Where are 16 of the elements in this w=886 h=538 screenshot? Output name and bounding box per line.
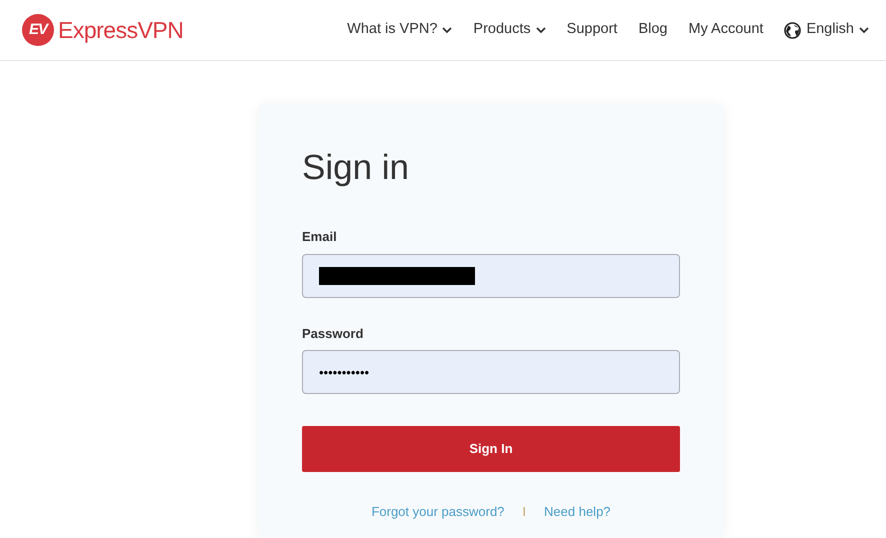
nav-link[interactable]: Products [473,19,546,41]
nav-link[interactable]: My Account [688,19,764,41]
nav-link[interactable]: Blog [638,19,668,41]
nav-link[interactable]: Support [566,19,618,41]
brand-name: ExpressVPN [58,16,184,45]
nav-link[interactable]: English [784,19,869,41]
sign-in-button[interactable]: Sign In [302,426,680,472]
link-separator: I [522,503,526,521]
input-field[interactable]: ••••••••••• [302,350,680,394]
globe-icon [784,22,802,38]
field-label: Password [302,324,364,342]
field-label: Email [302,228,338,246]
input-field[interactable] [302,254,680,298]
nav-link[interactable]: What is VPN? [347,19,452,41]
logo-mark: EV [22,14,54,46]
page-title: Sign in [302,147,410,189]
